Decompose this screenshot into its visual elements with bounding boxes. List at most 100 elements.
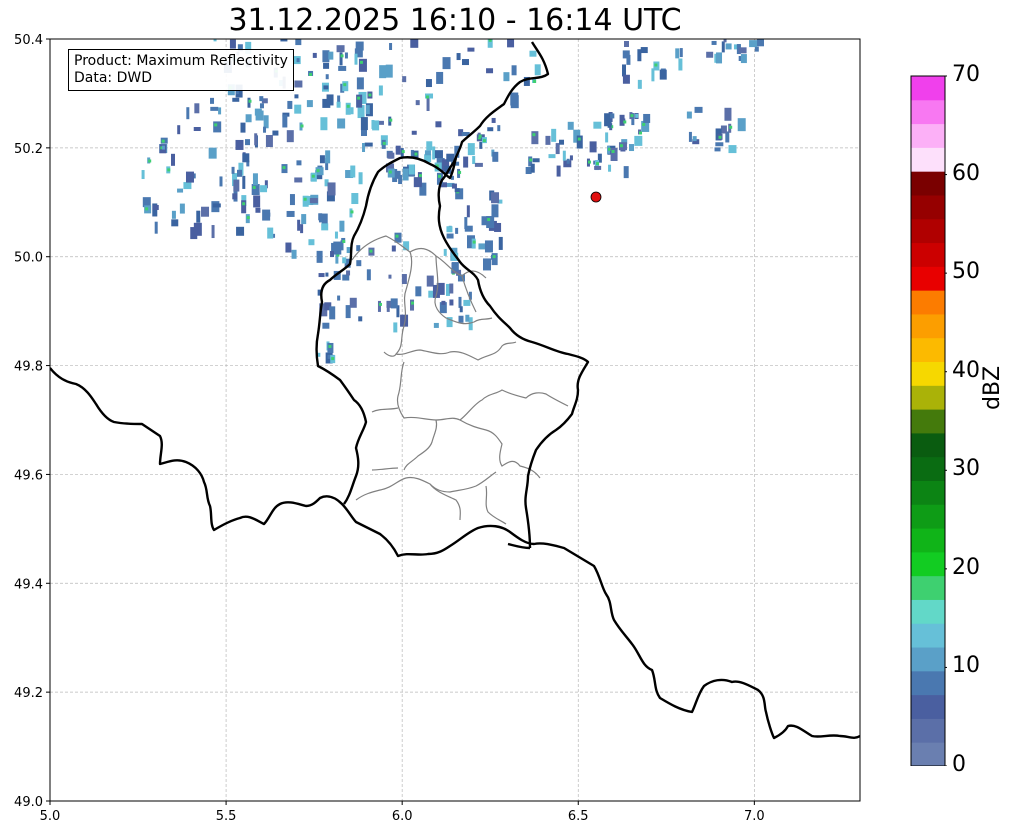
echo-pixel — [289, 194, 295, 206]
echo-pixel — [478, 243, 486, 250]
echo-pixel — [390, 298, 398, 309]
echo-pixel — [508, 25, 512, 38]
echo-pixel — [325, 272, 329, 277]
echo-pixel — [359, 60, 363, 64]
echo-pixel — [478, 134, 482, 138]
y-tick-label: 49.8 — [14, 360, 43, 375]
echo-pixel — [356, 77, 364, 90]
echo-pixel — [391, 245, 396, 252]
echo-pixel — [336, 101, 341, 108]
echo-pixel — [300, 124, 304, 128]
echo-pixel — [362, 30, 368, 39]
echo-pixel — [388, 151, 393, 159]
echo-pixel — [236, 226, 245, 236]
echo-pixel — [152, 204, 159, 210]
colorbar-segment — [911, 218, 945, 244]
echo-pixel — [223, 27, 226, 32]
echo-pixel — [232, 97, 240, 102]
echo-pixel — [345, 102, 351, 115]
echo-pixel — [398, 175, 403, 185]
echo-pixel — [536, 17, 543, 27]
echo-pixel — [435, 121, 442, 128]
radar-site-marker[interactable] — [590, 191, 602, 203]
echo-pixel — [624, 40, 630, 47]
echo-pixel — [472, 156, 476, 165]
echo-pixel — [715, 142, 724, 147]
echo-pixel — [294, 80, 303, 88]
echo-pixel — [510, 92, 519, 106]
y-tick-label: 49.0 — [14, 795, 43, 810]
y-tick-label: 49.4 — [14, 577, 43, 592]
echo-pixel — [464, 225, 473, 232]
echo-pixel — [263, 115, 269, 129]
echo-pixel — [245, 114, 252, 123]
echo-pixel — [587, 160, 591, 164]
echo-pixel — [639, 131, 643, 135]
echo-pixel — [729, 125, 733, 129]
radar-map[interactable]: 5.0 5.5 6.0 6.5 7.0 50.4 50.2 50.0 49.8 49.6 49.4 4… — [0, 0, 1023, 834]
echo-pixel — [358, 172, 363, 185]
echo-pixel — [716, 52, 723, 64]
echo-pixel — [486, 68, 494, 74]
echo-pixel — [330, 251, 335, 258]
echo-pixel — [446, 153, 455, 162]
echo-pixel — [208, 147, 217, 159]
echo-pixel — [213, 121, 222, 133]
colorbar-segment — [911, 361, 945, 386]
echo-pixel — [219, 176, 223, 187]
echo-pixel — [559, 139, 565, 145]
echo-pixel — [350, 210, 354, 214]
echo-pixel — [282, 114, 288, 128]
echo-pixel — [654, 63, 658, 67]
y-tick-label: 49.2 — [14, 686, 43, 701]
echo-pixel — [635, 113, 639, 118]
echo-pixel — [408, 164, 415, 175]
echo-pixel — [300, 224, 304, 234]
echo-pixel — [231, 166, 235, 174]
echo-pixel — [183, 182, 192, 190]
echo-pixel — [320, 117, 328, 131]
echo-pixel — [294, 94, 299, 99]
echo-pixel — [491, 192, 500, 204]
echo-pixel — [323, 85, 329, 90]
colorbar-segment — [911, 76, 945, 101]
echo-pixel — [410, 299, 415, 311]
echo-pixel — [282, 166, 286, 170]
echo-pixel — [498, 236, 503, 250]
echo-pixel — [482, 139, 486, 143]
echo-pixel — [167, 168, 171, 172]
colorbar-segment — [911, 670, 945, 696]
echo-pixel — [629, 144, 635, 152]
echo-pixel — [297, 219, 301, 231]
echo-pixel — [358, 58, 367, 72]
echo-pixel — [463, 156, 469, 168]
echo-pixel — [442, 57, 451, 70]
echo-pixel — [410, 39, 419, 48]
colorbar-segment — [911, 313, 945, 339]
echo-pixel — [186, 107, 190, 120]
colorbar-tick-label: 60 — [952, 160, 980, 186]
echo-pixel — [622, 64, 627, 77]
colorbar-segment — [911, 599, 945, 624]
echo-pixel — [426, 141, 433, 151]
echo-pixel — [487, 218, 491, 222]
echo-pixel — [309, 72, 313, 76]
echo-pixel — [339, 52, 343, 66]
echo-pixel — [311, 174, 315, 178]
echo-pixel — [296, 160, 302, 166]
echo-pixel — [589, 141, 597, 153]
echo-pixel — [634, 135, 643, 146]
echo-pixel — [318, 273, 325, 278]
echo-pixel — [610, 147, 618, 161]
echo-pixel — [487, 39, 493, 48]
echo-pixel — [434, 150, 443, 159]
echo-pixel — [451, 183, 457, 189]
echo-pixel — [626, 54, 631, 65]
colorbar-segment — [911, 409, 945, 434]
echo-pixel — [418, 174, 422, 178]
colorbar-segment — [911, 575, 945, 600]
echo-pixel — [385, 30, 390, 36]
echo-pixel — [171, 210, 176, 219]
echo-pixel — [518, 20, 525, 28]
echo-pixel — [242, 153, 250, 163]
